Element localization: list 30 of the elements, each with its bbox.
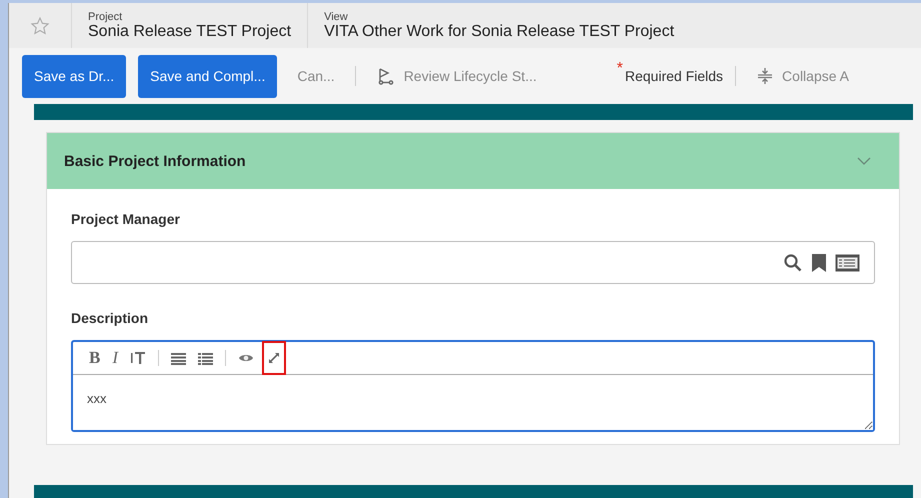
field-label: Description [71, 310, 150, 326]
collapse-icon [756, 67, 774, 85]
review-lifecycle-button[interactable]: Review Lifecycle St... [368, 66, 545, 86]
save-button[interactable]: Save and Compl... [138, 54, 278, 98]
eye-icon[interactable] [238, 352, 254, 364]
collapse-all-button[interactable]: Collapse A [748, 67, 857, 85]
flag-icon [376, 66, 396, 86]
project-manager-field[interactable] [71, 241, 875, 284]
star-icon[interactable] [30, 16, 50, 36]
heading-icon[interactable] [130, 350, 146, 366]
required-fields-label: Required Fields [624, 68, 724, 84]
bookmark-icon[interactable] [811, 252, 827, 272]
required-asterisk: * [616, 60, 623, 78]
search-icon[interactable] [783, 252, 803, 272]
section-title: Basic Project Information [64, 152, 246, 170]
field-label: Project Manager [71, 211, 181, 227]
format-button[interactable]: I [112, 348, 118, 368]
section-header[interactable]: Basic Project Information [47, 133, 899, 189]
format-button[interactable]: B [89, 348, 100, 368]
align-icon[interactable] [171, 352, 186, 364]
crumb-value: Sonia Release TEST Project [88, 22, 292, 40]
crumb-label: View [324, 10, 349, 22]
cancel-button[interactable]: Can... [289, 68, 343, 84]
crumb-label: Project [88, 10, 124, 22]
description-editor[interactable]: B I xxx [71, 340, 875, 432]
expand-icon[interactable] [267, 351, 282, 365]
crumb-value: VITA Other Work for Sonia Release TEST Project [324, 22, 674, 40]
save-button[interactable]: Save as Dr... [22, 54, 126, 98]
list-icon[interactable] [198, 352, 214, 364]
card-list-icon[interactable] [835, 254, 860, 272]
